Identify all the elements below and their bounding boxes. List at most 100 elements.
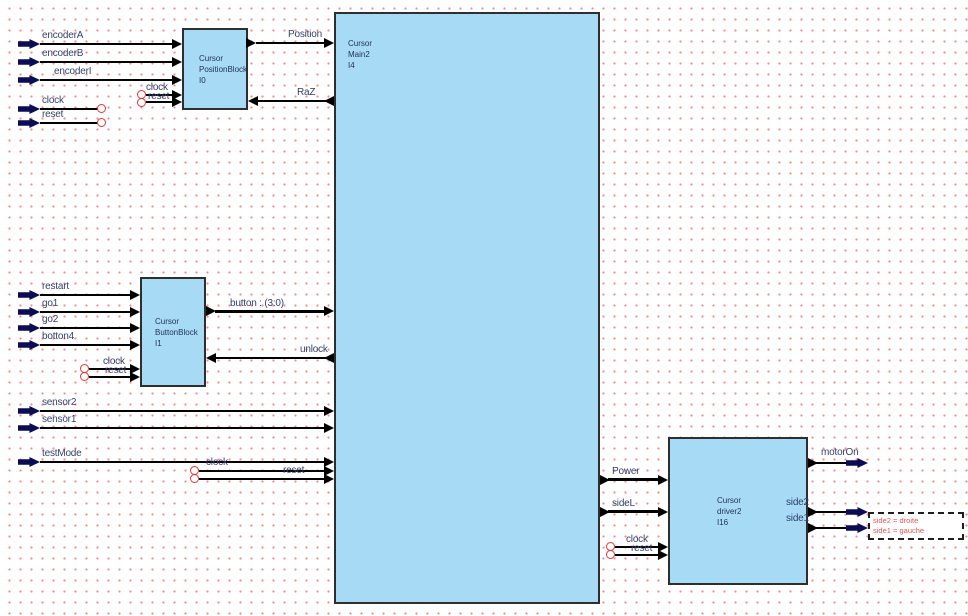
label-sideL: sideL (612, 498, 635, 509)
instance-label-buttonblock: Cursor ButtonBlock I1 (155, 316, 198, 349)
input-port-go1[interactable] (18, 307, 40, 317)
wire-go2[interactable] (40, 327, 132, 329)
arrowhead (172, 39, 182, 49)
open-end-connector (190, 474, 199, 483)
wire-reset-open[interactable] (40, 122, 98, 124)
block-driver2-i16[interactable]: Cursor driver2 I16 (668, 437, 808, 585)
wire-go1[interactable] (40, 311, 132, 313)
input-port-botton4[interactable] (18, 340, 40, 350)
output-port-side1[interactable] (846, 523, 868, 533)
wire-side1[interactable] (816, 527, 847, 529)
input-port-sensor2[interactable] (18, 406, 40, 416)
arrowhead (324, 38, 334, 48)
comment-box[interactable]: side2 = droite side1 = gauche (868, 512, 964, 540)
input-port-go2[interactable] (18, 323, 40, 333)
arrowhead (130, 307, 140, 317)
label-button-bus: button : (3:0) (230, 298, 284, 309)
wire-main-clock[interactable] (199, 470, 326, 472)
label-go1: go1 (42, 298, 58, 309)
wire-power[interactable] (608, 478, 659, 481)
label-motorOn: motorOn (821, 447, 859, 458)
instance-id: I0 (199, 75, 247, 86)
arrowhead (130, 290, 140, 300)
arrowhead (130, 323, 140, 333)
input-port-encoderA[interactable] (18, 39, 40, 49)
label-encoderI: encoderI (54, 66, 91, 77)
wire-buttonblock-reset[interactable] (89, 376, 132, 378)
arrowhead (246, 38, 256, 48)
open-end-connector (137, 98, 146, 107)
schematic-canvas[interactable]: Cursor PositionBlock I0 Cursor Main2 I4 … (0, 0, 968, 616)
arrowhead (130, 340, 140, 350)
arrowhead (324, 96, 334, 106)
label-restart: restart (42, 281, 69, 292)
instance-name: Cursor (199, 53, 247, 64)
wire-unlock[interactable] (216, 357, 326, 359)
arrowhead (658, 507, 668, 517)
wire-button-bus[interactable] (215, 310, 325, 313)
label-go2: go2 (42, 314, 58, 325)
wire-motorOn[interactable] (816, 462, 847, 464)
wire-main-reset[interactable] (199, 478, 326, 480)
instance-type: ButtonBlock (155, 327, 198, 338)
input-port-testMode[interactable] (18, 457, 40, 467)
label-positionblock-reset: reset (148, 91, 169, 102)
label-botton4: botton4 (42, 331, 74, 342)
input-port-restart[interactable] (18, 290, 40, 300)
label-buttonblock-reset: reset (105, 365, 126, 376)
instance-name: Cursor (348, 38, 372, 49)
arrowhead (206, 353, 216, 363)
arrowhead (324, 406, 334, 416)
instance-id: I4 (348, 60, 372, 71)
input-port-encoderB[interactable] (18, 57, 40, 67)
instance-type: driver2 (717, 506, 741, 517)
arrowhead (130, 372, 140, 382)
input-port-sensor1[interactable] (18, 423, 40, 433)
wire-driver-reset[interactable] (615, 554, 659, 556)
input-port-encoderI[interactable] (18, 75, 40, 85)
instance-type: PositionBlock (199, 64, 247, 75)
wire-side2[interactable] (816, 511, 847, 513)
wire-encoderA[interactable] (40, 43, 174, 45)
arrowhead (172, 97, 182, 107)
label-side1: side1 (786, 513, 809, 524)
wire-sensor1[interactable] (40, 427, 326, 429)
arrowhead (324, 474, 334, 484)
arrowhead (172, 75, 182, 85)
label-reset: reset (42, 109, 63, 120)
label-encoderB: encoderB (42, 48, 83, 59)
label-raz: RaZ (297, 87, 315, 98)
input-port-clock[interactable] (18, 104, 40, 114)
wire-encoderB[interactable] (40, 61, 174, 63)
block-main2-i4[interactable]: Cursor Main2 I4 (334, 12, 600, 604)
wire-botton4[interactable] (40, 344, 132, 346)
wire-encoderI[interactable] (40, 79, 174, 81)
label-power: Power (612, 466, 639, 477)
output-port-motorOn[interactable] (846, 458, 868, 468)
wire-sensor2[interactable] (40, 410, 326, 412)
label-main-clock: clock (206, 457, 228, 468)
arrowhead (658, 550, 668, 560)
input-port-reset[interactable] (18, 118, 40, 128)
instance-label-positionblock: Cursor PositionBlock I0 (199, 53, 247, 86)
output-port-side2[interactable] (846, 507, 868, 517)
label-sensor2: sensor2 (42, 397, 76, 408)
open-end-connector (97, 104, 106, 113)
instance-name: Cursor (155, 316, 198, 327)
wire-raz[interactable] (258, 100, 326, 102)
block-positionblock-i0[interactable]: Cursor PositionBlock I0 (182, 28, 248, 110)
wire-sideL[interactable] (608, 510, 659, 513)
label-testMode: testMode (42, 448, 82, 459)
arrowhead (248, 96, 258, 106)
arrowhead (324, 306, 334, 316)
comment-line: side2 = droite (873, 516, 959, 526)
label-clock: clock (42, 95, 64, 106)
block-buttonblock-i1[interactable]: Cursor ButtonBlock I1 (140, 277, 206, 387)
instance-id: I1 (155, 338, 198, 349)
label-sensor1: sensor1 (42, 414, 76, 425)
wire-testMode[interactable] (40, 461, 326, 463)
label-encoderA: encoderA (42, 30, 83, 41)
wire-position[interactable] (256, 42, 326, 44)
instance-id: I16 (717, 517, 741, 528)
wire-restart[interactable] (40, 294, 132, 296)
